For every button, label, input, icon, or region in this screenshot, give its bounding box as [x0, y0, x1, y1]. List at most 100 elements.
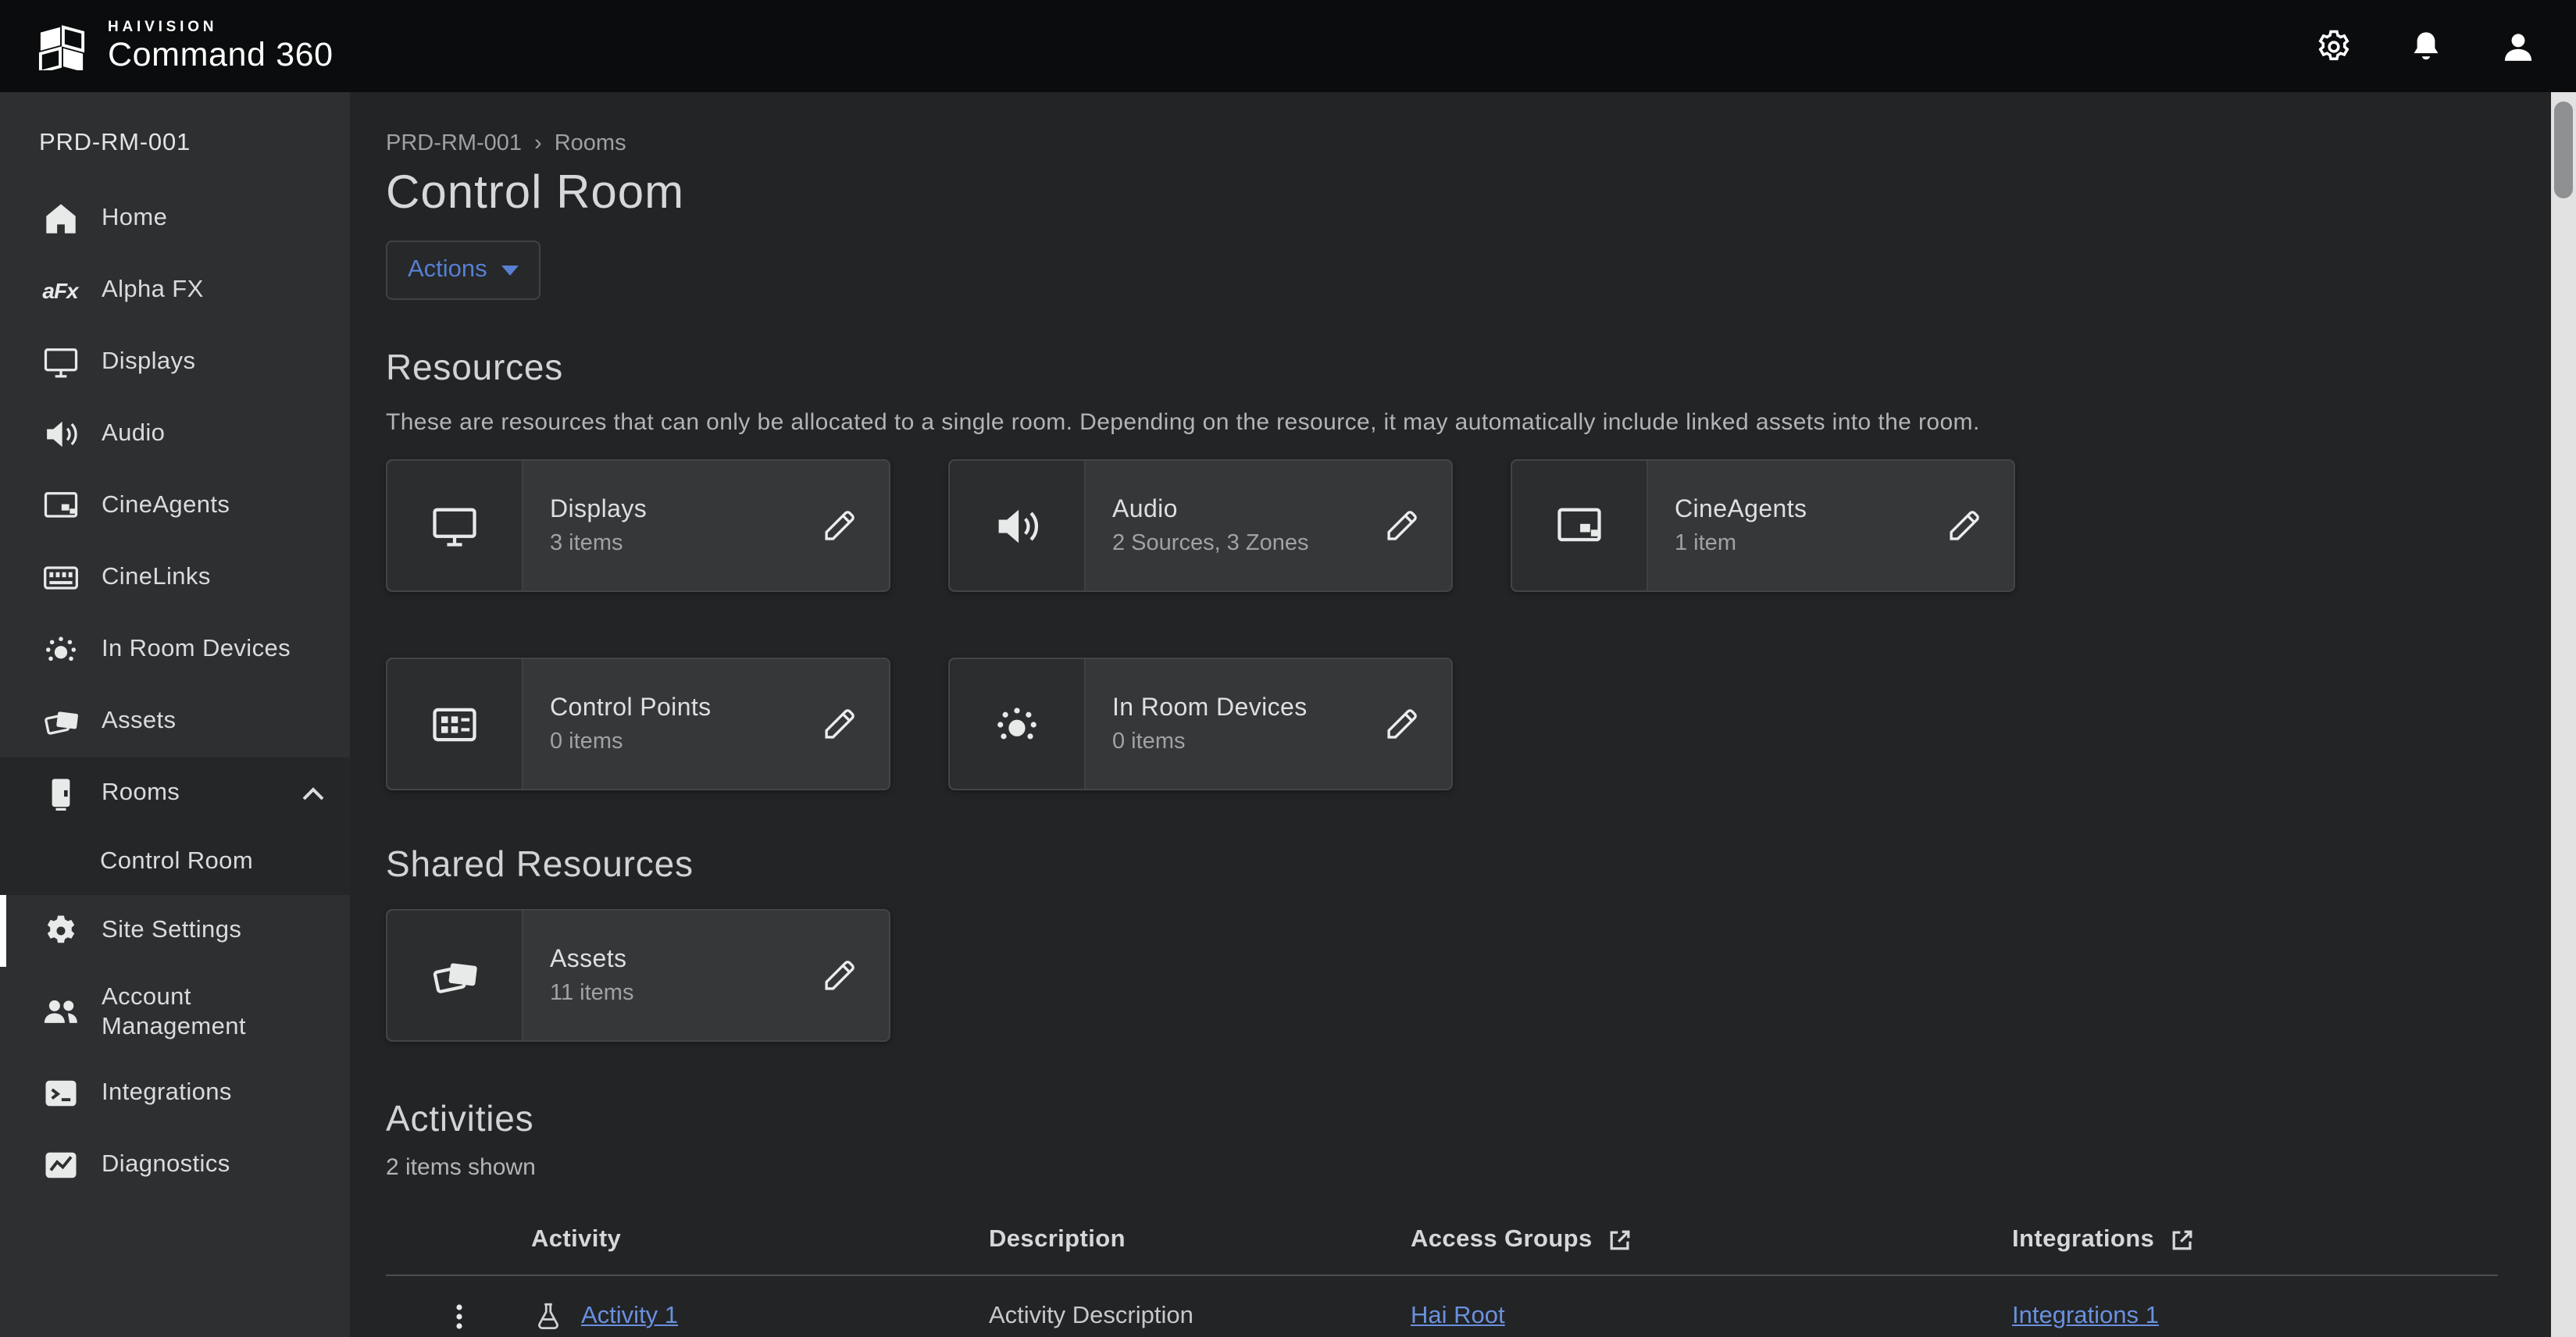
sidebar-item-label: CineLinks: [102, 563, 211, 594]
card-title: Audio: [1112, 496, 1381, 524]
rooms-door-icon: [39, 772, 81, 815]
sidebar-item-cinelinks[interactable]: CineLinks: [0, 542, 350, 614]
external-link-icon[interactable]: [2168, 1226, 2196, 1254]
user-account-icon[interactable]: [2498, 26, 2539, 66]
card-title: CineAgents: [1675, 496, 1943, 524]
sidebar-item-audio[interactable]: Audio: [0, 398, 350, 470]
edit-pencil-icon[interactable]: [819, 703, 889, 745]
brand-large: Command 360: [108, 39, 334, 73]
sidebar-item-cineagents[interactable]: CineAgents: [0, 470, 350, 542]
assets-icon: [39, 701, 81, 743]
brand-text: HAIVISION Command 360: [108, 20, 334, 73]
table-row: Activity 1 Activity Description Hai Root…: [386, 1276, 2498, 1337]
breadcrumb-parent[interactable]: PRD-RM-001: [386, 131, 522, 156]
resource-card-control-points[interactable]: Control Points 0 items: [386, 658, 890, 790]
shared-resources-heading: Shared Resources: [386, 843, 2551, 886]
resource-card-cineagents[interactable]: CineAgents 1 item: [1511, 459, 2015, 592]
sidebar-item-in-room-devices[interactable]: In Room Devices: [0, 614, 350, 686]
edit-pencil-icon[interactable]: [1381, 504, 1451, 547]
resource-card-displays[interactable]: Displays 3 items: [386, 459, 890, 592]
sidebar-item-label: Account Management: [102, 982, 325, 1043]
scrollbar-thumb[interactable]: [2554, 102, 2573, 198]
card-title: In Room Devices: [1112, 694, 1381, 722]
brand-small: HAIVISION: [108, 20, 334, 34]
activities-table: Activity Description Access Groups Integ…: [386, 1206, 2498, 1337]
activities-heading: Activities: [386, 1098, 2551, 1140]
home-icon: [39, 198, 81, 240]
sidebar-item-site-settings[interactable]: Site Settings: [0, 895, 350, 967]
sidebar-item-home[interactable]: Home: [0, 183, 350, 255]
sidebar-item-alpha-fx[interactable]: aFx Alpha FX: [0, 255, 350, 326]
resource-card-in-room-devices[interactable]: In Room Devices 0 items: [948, 658, 1453, 790]
assets-icon: [387, 911, 523, 1040]
edit-pencil-icon[interactable]: [1381, 703, 1451, 745]
flask-icon: [531, 1300, 566, 1334]
page-title: Control Room: [386, 166, 2551, 222]
column-header-integrations: Integrations: [2012, 1226, 2498, 1254]
sidebar-item-label: CineAgents: [102, 491, 230, 522]
sidebar-item-integrations[interactable]: Integrations: [0, 1057, 350, 1129]
column-header-activity: Activity: [531, 1226, 989, 1254]
shared-resource-cards: Assets 11 items: [386, 909, 2104, 1042]
notifications-bell-icon[interactable]: [2406, 26, 2446, 66]
activities-count: 2 items shown: [386, 1154, 2551, 1181]
cineagents-icon: [39, 485, 81, 527]
sidebar-item-label: Audio: [102, 419, 165, 450]
terminal-icon: [39, 1072, 81, 1114]
sidebar-item-label: Diagnostics: [102, 1150, 230, 1181]
displays-icon: [39, 341, 81, 383]
access-group-link[interactable]: Hai Root: [1411, 1303, 1505, 1329]
resource-card-audio[interactable]: Audio 2 Sources, 3 Zones: [948, 459, 1453, 592]
audio-speaker-icon: [39, 413, 81, 455]
cinelinks-icon: [39, 557, 81, 599]
card-subtitle: 11 items: [550, 980, 819, 1005]
breadcrumb-separator: ›: [534, 131, 542, 156]
actions-button-label: Actions: [408, 256, 487, 284]
sidebar-item-account-management[interactable]: Account Management: [0, 967, 350, 1057]
audio-speaker-icon: [950, 461, 1086, 590]
column-header-description: Description: [989, 1226, 1411, 1254]
sidebar-item-assets[interactable]: Assets: [0, 686, 350, 758]
settings-gear-icon[interactable]: [2314, 26, 2354, 66]
sidebar-item-control-room[interactable]: Control Room: [0, 829, 350, 895]
in-room-devices-icon: [39, 629, 81, 671]
users-icon: [39, 991, 81, 1033]
sidebar-item-label: Assets: [102, 707, 176, 737]
caret-down-icon: [501, 256, 519, 284]
sidebar-item-label: Alpha FX: [102, 276, 204, 306]
card-subtitle: 2 Sources, 3 Zones: [1112, 530, 1381, 555]
edit-pencil-icon[interactable]: [819, 504, 889, 547]
card-title: Assets: [550, 946, 819, 974]
card-subtitle: 0 items: [1112, 729, 1381, 754]
kebab-menu-icon[interactable]: [440, 1298, 477, 1335]
integration-link[interactable]: Integrations 1: [2012, 1303, 2159, 1329]
in-room-devices-icon: [950, 659, 1086, 789]
breadcrumb-current[interactable]: Rooms: [555, 131, 626, 156]
resources-heading: Resources: [386, 347, 2551, 389]
sidebar-item-displays[interactable]: Displays: [0, 326, 350, 398]
activity-description: Activity Description: [989, 1303, 1411, 1331]
sidebar-item-label: Site Settings: [102, 916, 241, 947]
sidebar-item-label: Home: [102, 204, 167, 234]
edit-pencil-icon[interactable]: [1943, 504, 2014, 547]
card-title: Control Points: [550, 694, 819, 722]
control-points-icon: [387, 659, 523, 789]
actions-button[interactable]: Actions: [386, 241, 541, 300]
external-link-icon[interactable]: [1607, 1226, 1635, 1254]
alpha-fx-icon: aFx: [39, 269, 81, 312]
shared-card-assets[interactable]: Assets 11 items: [386, 909, 890, 1042]
card-subtitle: 1 item: [1675, 530, 1943, 555]
vertical-scrollbar[interactable]: [2551, 92, 2576, 1337]
haivision-logo-icon: [34, 22, 89, 70]
sidebar-item-rooms[interactable]: Rooms: [0, 758, 350, 829]
sidebar-item-diagnostics[interactable]: Diagnostics: [0, 1129, 350, 1201]
edit-pencil-icon[interactable]: [819, 954, 889, 997]
sidebar-scroll-indicator: [0, 895, 6, 967]
displays-icon: [387, 461, 523, 590]
activity-link[interactable]: Activity 1: [581, 1303, 678, 1331]
sidebar-item-label: Rooms: [102, 779, 180, 809]
sidebar: PRD-RM-001 Home aFx Alpha FX Displays: [0, 92, 350, 1337]
breadcrumb: PRD-RM-001 › Rooms: [386, 131, 2551, 156]
app-window: HAIVISION Command 360: [0, 0, 2576, 1337]
card-title: Displays: [550, 496, 819, 524]
